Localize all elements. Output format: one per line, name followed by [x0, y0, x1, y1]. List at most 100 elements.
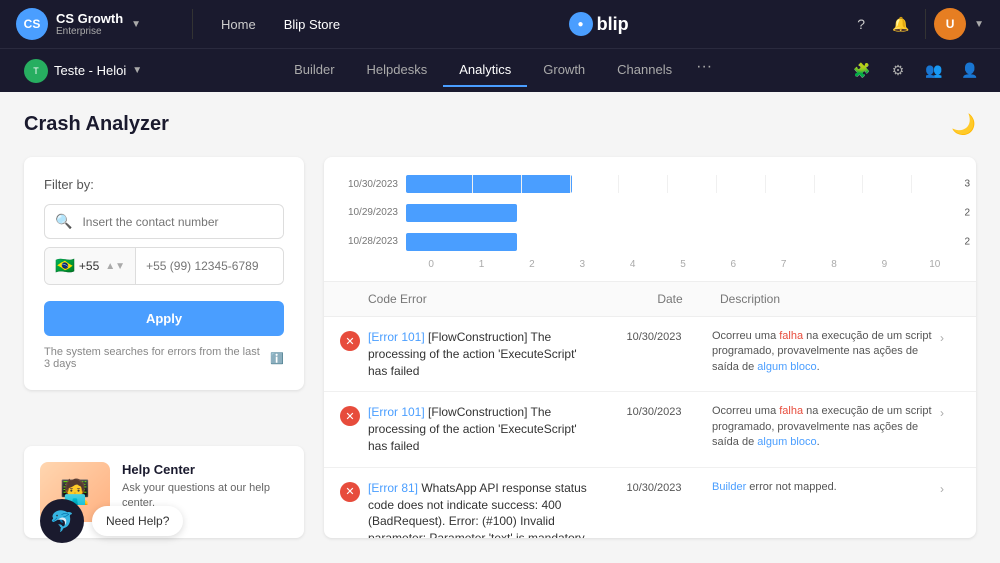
- phone-number-input[interactable]: [136, 251, 284, 281]
- brand-sub: Enterprise: [56, 26, 123, 37]
- help-icon-btn[interactable]: ?: [845, 8, 877, 40]
- chat-bubble[interactable]: 🐬 Need Help?: [40, 499, 183, 543]
- chart-label-2: 10/29/2023: [340, 207, 398, 218]
- nav-right: ? 🔔 U ▼: [845, 8, 984, 40]
- more-menu-icon[interactable]: ···: [688, 54, 720, 87]
- table-row[interactable]: ✕ [Error 101] [FlowConstruction] The pro…: [324, 392, 976, 467]
- puzzle-icon[interactable]: 🧩: [848, 57, 876, 85]
- nav-link-blipstore[interactable]: Blip Store: [272, 11, 352, 38]
- chart-label-1: 10/30/2023: [340, 179, 398, 190]
- row-chevron-icon[interactable]: ›: [940, 480, 960, 496]
- row-code: [Error 101] [FlowConstruction] The proce…: [368, 404, 596, 454]
- second-nav-links: Builder Helpdesks Analytics Growth Chann…: [150, 54, 848, 87]
- th-date: Date: [620, 292, 720, 306]
- x-tick-8: 8: [809, 259, 859, 270]
- chart-row-1: 10/30/2023: [340, 175, 960, 193]
- user-avatar[interactable]: U: [934, 8, 966, 40]
- chart-bar-val-1: 3: [964, 179, 970, 190]
- country-chevron-icon: ▲▼: [105, 261, 125, 272]
- gear-icon[interactable]: ⚙: [884, 57, 912, 85]
- nav-center: ● blip: [368, 12, 829, 36]
- grid-line: [716, 175, 765, 193]
- brand-avatar: CS: [16, 8, 48, 40]
- nav-links: Home Blip Store: [209, 11, 352, 38]
- row-date: 10/30/2023: [604, 404, 704, 418]
- bot-avatar: T: [24, 59, 48, 83]
- tab-channels[interactable]: Channels: [601, 54, 688, 87]
- x-tick-3: 3: [557, 259, 607, 270]
- error-icon: ✕: [340, 406, 360, 426]
- nav-link-home[interactable]: Home: [209, 11, 268, 38]
- top-navbar: CS CS Growth Enterprise ▼ Home Blip Stor…: [0, 0, 1000, 48]
- help-center-title: Help Center: [122, 462, 288, 477]
- grid-line: [618, 175, 667, 193]
- row-desc: Ocorreu uma falha na execução de um scri…: [712, 329, 932, 375]
- brand-name: CS Growth: [56, 11, 123, 26]
- contact-search-input[interactable]: [82, 207, 283, 237]
- brand-chevron-icon: ▼: [131, 19, 141, 30]
- error-table: Code Error Date Description ✕ [Error 101…: [324, 282, 976, 538]
- chart-bar-2: 2: [406, 204, 517, 222]
- chart-row-2: 10/29/2023 2: [340, 204, 960, 222]
- tab-analytics[interactable]: Analytics: [443, 54, 527, 87]
- phone-selector: 🇧🇷 +55 ▲▼: [44, 247, 284, 285]
- grid-line: [862, 175, 911, 193]
- bot-selector[interactable]: T Teste - Heloi ▼: [16, 55, 150, 87]
- row-chevron-icon[interactable]: ›: [940, 329, 960, 345]
- grid-line: [667, 175, 716, 193]
- person-icon[interactable]: 👤: [956, 57, 984, 85]
- nav-divider: [192, 9, 193, 39]
- table-row[interactable]: ✕ [Error 81] WhatsApp API response statu…: [324, 468, 976, 538]
- bot-name: Teste - Heloi: [54, 63, 126, 78]
- x-tick-6: 6: [708, 259, 758, 270]
- brand-section[interactable]: CS CS Growth Enterprise ▼: [16, 8, 176, 40]
- chart-bars: 10/30/2023: [340, 173, 960, 253]
- nav-divider-2: [925, 9, 926, 39]
- th-description: Description: [720, 292, 940, 306]
- night-mode-icon[interactable]: 🌙: [951, 112, 976, 137]
- people-icon[interactable]: 👥: [920, 57, 948, 85]
- error-icon: ✕: [340, 331, 360, 351]
- error-icon: ✕: [340, 482, 360, 502]
- x-tick-9: 9: [859, 259, 909, 270]
- chart-label-3: 10/28/2023: [340, 236, 398, 247]
- row-chevron-icon[interactable]: ›: [940, 404, 960, 420]
- country-selector[interactable]: 🇧🇷 +55 ▲▼: [45, 248, 136, 284]
- apply-button[interactable]: Apply: [44, 301, 284, 336]
- tab-helpdesks[interactable]: Helpdesks: [351, 54, 444, 87]
- chat-speech-bubble: Need Help?: [92, 506, 183, 536]
- search-icon: 🔍: [45, 205, 82, 238]
- th-code-error: Code Error: [340, 292, 620, 306]
- tab-builder[interactable]: Builder: [278, 54, 350, 87]
- chart-bar-val-3: 2: [964, 236, 970, 247]
- second-navbar: T Teste - Heloi ▼ Builder Helpdesks Anal…: [0, 48, 1000, 92]
- tab-growth[interactable]: Growth: [527, 54, 601, 87]
- row-desc: Builder error not mapped.: [712, 480, 932, 495]
- row-code: [Error 81] WhatsApp API response status …: [368, 480, 596, 538]
- chart-bar-wrap-2: 2: [406, 204, 960, 222]
- user-chevron-icon: ▼: [974, 19, 984, 30]
- right-panel: 10/30/2023: [324, 157, 976, 538]
- chart-bar-val-2: 2: [964, 207, 970, 218]
- x-tick-10: 10: [910, 259, 960, 270]
- chart-x-axis: 0 1 2 3 4 5 6 7 8 9 10: [406, 259, 960, 270]
- chart-area: 10/30/2023: [340, 173, 960, 273]
- x-tick-4: 4: [607, 259, 657, 270]
- page-title: Crash Analyzer: [24, 113, 169, 136]
- content-grid: Filter by: 🔍 🇧🇷 +55 ▲▼ Apply The system: [24, 157, 976, 538]
- grid-line: [911, 175, 960, 193]
- info-icon: ℹ️: [270, 352, 284, 365]
- flag-icon: 🇧🇷: [55, 256, 75, 276]
- main-content: Crash Analyzer 🌙 Filter by: 🔍 🇧🇷 +55 ▲▼: [0, 92, 1000, 563]
- bot-chevron-icon: ▼: [132, 65, 142, 76]
- page-header: Crash Analyzer 🌙: [24, 112, 976, 137]
- blip-dot-icon: ●: [569, 12, 593, 36]
- x-tick-5: 5: [658, 259, 708, 270]
- blip-logo: ● blip: [569, 12, 629, 36]
- x-tick-1: 1: [456, 259, 506, 270]
- x-tick-2: 2: [507, 259, 557, 270]
- chart-bar-wrap-1: 3: [406, 175, 960, 193]
- table-row[interactable]: ✕ [Error 101] [FlowConstruction] The pro…: [324, 317, 976, 392]
- bell-icon-btn[interactable]: 🔔: [885, 8, 917, 40]
- second-nav-right: 🧩 ⚙ 👥 👤: [848, 57, 984, 85]
